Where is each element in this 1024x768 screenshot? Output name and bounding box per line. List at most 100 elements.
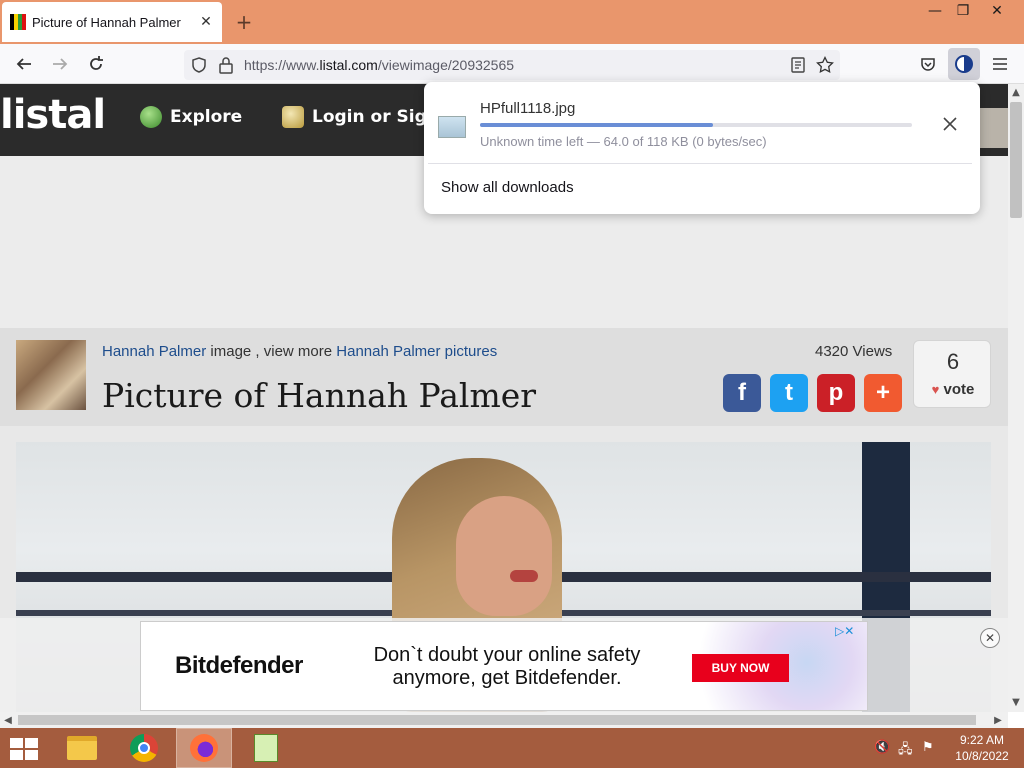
subject-lips [510, 570, 538, 582]
nav-login-label: Login or Sign [312, 107, 439, 127]
vertical-scroll-thumb[interactable] [1010, 102, 1022, 218]
url-text[interactable]: https://www.listal.com/viewimage/2093256… [244, 57, 514, 73]
firefox-button[interactable] [176, 728, 232, 768]
downloads-progress-icon [955, 55, 973, 73]
chrome-button[interactable] [116, 728, 172, 768]
nav-explore[interactable]: Explore [140, 106, 242, 128]
scroll-left-icon[interactable]: ◀ [0, 712, 16, 728]
download-progress-bar [480, 123, 912, 127]
plus-icon: + [875, 379, 890, 406]
key-icon [282, 106, 304, 128]
avatar[interactable] [976, 108, 1008, 148]
breadcrumb-link-pictures[interactable]: Hannah Palmer pictures [336, 343, 497, 360]
nav-explore-label: Explore [170, 107, 243, 127]
downloads-panel: HPfull1118.jpg Unknown time left — 64.0 … [424, 82, 980, 214]
more-share-button[interactable]: + [864, 374, 902, 412]
buy-now-button[interactable]: BUY NOW [692, 654, 789, 682]
pinterest-share-button[interactable]: p [817, 374, 855, 412]
back-arrow-icon [16, 58, 31, 70]
menu-button[interactable] [988, 52, 1012, 76]
scroll-up-icon[interactable]: ▲ [1008, 84, 1024, 100]
breadcrumb: Hannah Palmer image , view more Hannah P… [102, 343, 497, 360]
ad-text: Don`t doubt your online safety anymore, … [373, 644, 641, 689]
url-prefix: https://www. [244, 57, 320, 73]
bitdefender-ad[interactable]: Bitdefender Don`t doubt your online safe… [140, 621, 868, 711]
vote-button[interactable]: 6 ♥ vote [913, 340, 991, 408]
reader-view-icon[interactable] [790, 57, 806, 73]
ad-brand: Bitdefender [175, 652, 303, 679]
pocket-icon [921, 58, 935, 71]
breadcrumb-link-person[interactable]: Hannah Palmer [102, 343, 206, 360]
vote-label-row: ♥ vote [914, 381, 992, 398]
windows-start-icon[interactable] [10, 738, 38, 760]
close-icon [943, 117, 957, 131]
divider [428, 163, 972, 164]
vote-count: 6 [946, 349, 960, 374]
site-logo[interactable]: listal [0, 92, 106, 138]
url-bar[interactable]: https://www.listal.com/viewimage/2093256… [184, 50, 840, 80]
url-host: listal.com [319, 57, 378, 73]
thumbnail-image[interactable] [16, 340, 86, 410]
show-all-downloads-button[interactable]: Show all downloads [441, 179, 574, 196]
lock-icon[interactable] [218, 56, 234, 74]
folder-icon [67, 736, 97, 760]
twitter-share-button[interactable]: t [770, 374, 808, 412]
chrome-icon [130, 734, 158, 762]
notepad-icon [254, 734, 278, 762]
close-ad-button[interactable]: ✕ [980, 628, 1000, 648]
close-window-button[interactable]: ✕ [980, 0, 1014, 22]
tab-active[interactable]: Picture of Hannah Palmer ✕ [2, 2, 222, 42]
notepad-plus-button[interactable] [238, 728, 294, 768]
image-info-bar: Hannah Palmer image , view more Hannah P… [0, 328, 1008, 426]
horizontal-scrollbar[interactable]: ◀ ▶ [0, 712, 1008, 728]
breadcrumb-text: image , view more [206, 343, 337, 360]
clock[interactable]: 9:22 AM 10/8/2022 [950, 732, 1014, 764]
scroll-right-icon[interactable]: ▶ [990, 712, 1006, 728]
file-explorer-button[interactable] [54, 728, 110, 768]
cancel-download-button[interactable] [938, 112, 962, 136]
pinterest-icon: p [828, 379, 844, 406]
nav-login[interactable]: Login or Sign [282, 106, 439, 128]
facebook-share-button[interactable]: f [723, 374, 761, 412]
clock-date: 10/8/2022 [955, 749, 1009, 763]
new-tab-button[interactable]: + [234, 10, 254, 34]
page-title: Picture of Hannah Palmer [102, 376, 537, 415]
vertical-scrollbar[interactable]: ▲ ▼ [1008, 84, 1024, 712]
action-center-icon[interactable]: ⚑ [922, 740, 934, 755]
vote-label: vote [943, 381, 975, 398]
volume-muted-icon[interactable]: 🔇 [874, 740, 890, 755]
url-path: /viewimage/20932565 [377, 57, 515, 73]
hamburger-menu-icon [993, 58, 1007, 70]
view-count: 4320 Views [815, 343, 893, 360]
reload-button[interactable] [84, 52, 108, 76]
tab-title: Picture of Hannah Palmer [32, 14, 181, 30]
forward-button[interactable] [48, 52, 72, 76]
globe-icon [140, 106, 162, 128]
download-filename[interactable]: HPfull1118.jpg [480, 100, 575, 117]
adchoices-icon[interactable]: ▷✕ [835, 624, 854, 638]
download-progress-fill [480, 123, 714, 127]
twitter-icon: t [785, 379, 793, 406]
horizontal-scroll-thumb[interactable] [18, 715, 976, 725]
back-button[interactable] [12, 52, 36, 76]
shield-icon[interactable] [190, 56, 208, 74]
image-file-icon [438, 116, 466, 138]
subject-face [456, 496, 552, 616]
downloads-button[interactable] [948, 48, 980, 80]
forward-arrow-icon [53, 58, 68, 70]
scroll-down-icon[interactable]: ▼ [1008, 694, 1024, 710]
reload-icon [90, 56, 103, 70]
facebook-icon: f [738, 379, 746, 406]
nav-toolbar: https://www.listal.com/viewimage/2093256… [0, 44, 1024, 84]
taskbar: 🔇 🖧 ⚑ 9:22 AM 10/8/2022 [0, 728, 1024, 768]
bookmark-star-icon[interactable] [816, 56, 834, 74]
tab-close-icon[interactable]: ✕ [198, 14, 214, 30]
heart-icon: ♥ [931, 382, 940, 397]
download-status: Unknown time left — 64.0 of 118 KB (0 by… [480, 134, 767, 149]
ad-banner: Bitdefender Don`t doubt your online safe… [0, 618, 1008, 712]
restore-button[interactable]: ❐ [946, 0, 980, 22]
network-icon[interactable]: 🖧 [898, 740, 913, 762]
pocket-button[interactable] [916, 52, 940, 76]
firefox-icon [190, 734, 218, 762]
site-favicon-icon [10, 14, 26, 30]
